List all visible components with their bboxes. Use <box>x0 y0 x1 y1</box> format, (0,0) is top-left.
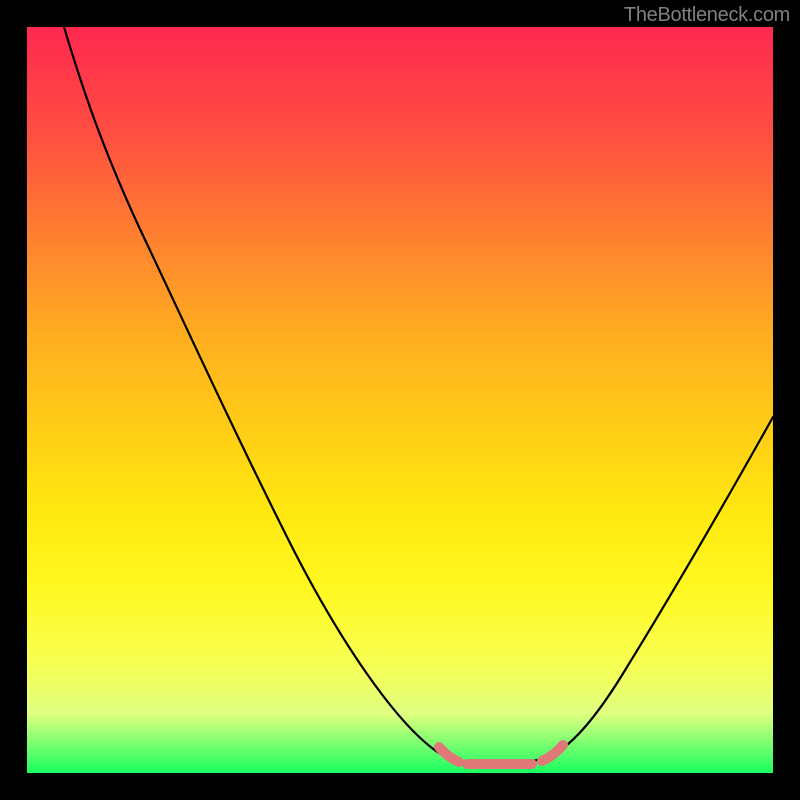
chart-plot-area <box>27 27 773 773</box>
chart-svg <box>27 27 773 773</box>
watermark-text: TheBottleneck.com <box>624 4 790 27</box>
main-curve <box>64 27 773 764</box>
highlight-left <box>439 747 459 762</box>
highlight-right <box>542 745 563 761</box>
